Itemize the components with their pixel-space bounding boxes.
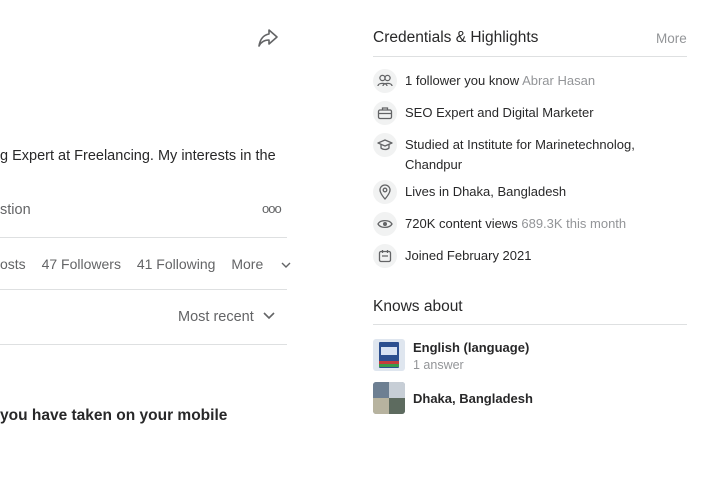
posts-count[interactable]: osts [0, 256, 26, 272]
divider [373, 324, 687, 325]
people-icon [373, 69, 397, 93]
topic-name: Dhaka, Bangladesh [413, 391, 533, 406]
topic-answer-count: 1 answer [413, 358, 464, 372]
following-count[interactable]: 41 Following [137, 256, 216, 272]
chevron-down-icon [263, 312, 275, 320]
knows-about-title: Knows about [373, 298, 463, 315]
divider [373, 56, 687, 57]
tab-questions[interactable]: stion [0, 202, 31, 218]
stats-more-label: More [231, 256, 264, 272]
topic-name: English (language) [413, 340, 530, 355]
topic-thumbnail [373, 382, 405, 414]
chevron-down-icon [281, 262, 291, 269]
eye-icon [373, 212, 397, 236]
credential-followers: 1 follower you know Abrar Hasan [373, 69, 595, 93]
graduation-cap-icon [373, 133, 397, 157]
mutual-follower-link[interactable]: Abrar Hasan [522, 73, 595, 88]
credentials-title: Credentials & Highlights [373, 29, 539, 46]
sort-label: Most recent [178, 309, 254, 325]
divider [0, 344, 287, 345]
credential-location: Lives in Dhaka, Bangladesh [373, 180, 566, 204]
credential-education: Studied at Institute for Marinetechnolog… [373, 133, 635, 175]
profile-bio: g Expert at Freelancing. My interests in… [0, 148, 276, 164]
location-pin-icon [373, 180, 397, 204]
credential-employment: SEO Expert and Digital Marketer [373, 101, 594, 125]
credential-text: Studied at Institute for Marinetechnolog… [405, 137, 635, 152]
post-title[interactable]: you have taken on your mobile [0, 407, 227, 425]
credential-text: Joined February 2021 [405, 248, 532, 263]
credential-content-views: 720K content views 689.3K this month [373, 212, 626, 236]
credential-text: Lives in Dhaka, Bangladesh [405, 184, 567, 199]
profile-stats: osts 47 Followers 41 Following More [0, 256, 303, 272]
credentials-more-link[interactable]: More [656, 31, 687, 46]
calendar-icon [373, 244, 397, 268]
topic-english[interactable]: English (language) 1 answer [373, 339, 529, 372]
divider [0, 289, 287, 290]
share-icon[interactable] [256, 27, 280, 49]
monthly-views: 689.3K this month [521, 216, 627, 231]
briefcase-icon [373, 101, 397, 125]
credential-text: 720K content views [405, 216, 518, 231]
followers-count[interactable]: 47 Followers [42, 256, 121, 272]
more-options-icon[interactable]: ooo [262, 201, 282, 216]
credential-text-line2: Chandpur [405, 157, 463, 172]
credential-text: SEO Expert and Digital Marketer [405, 105, 594, 120]
stats-more-button[interactable]: More [231, 256, 291, 272]
sort-dropdown[interactable]: Most recent [178, 309, 276, 325]
topic-thumbnail [373, 339, 405, 371]
topic-dhaka[interactable]: Dhaka, Bangladesh [373, 382, 533, 414]
divider [0, 237, 287, 238]
credential-joined: Joined February 2021 [373, 244, 531, 268]
credential-text: 1 follower you know [405, 73, 520, 88]
